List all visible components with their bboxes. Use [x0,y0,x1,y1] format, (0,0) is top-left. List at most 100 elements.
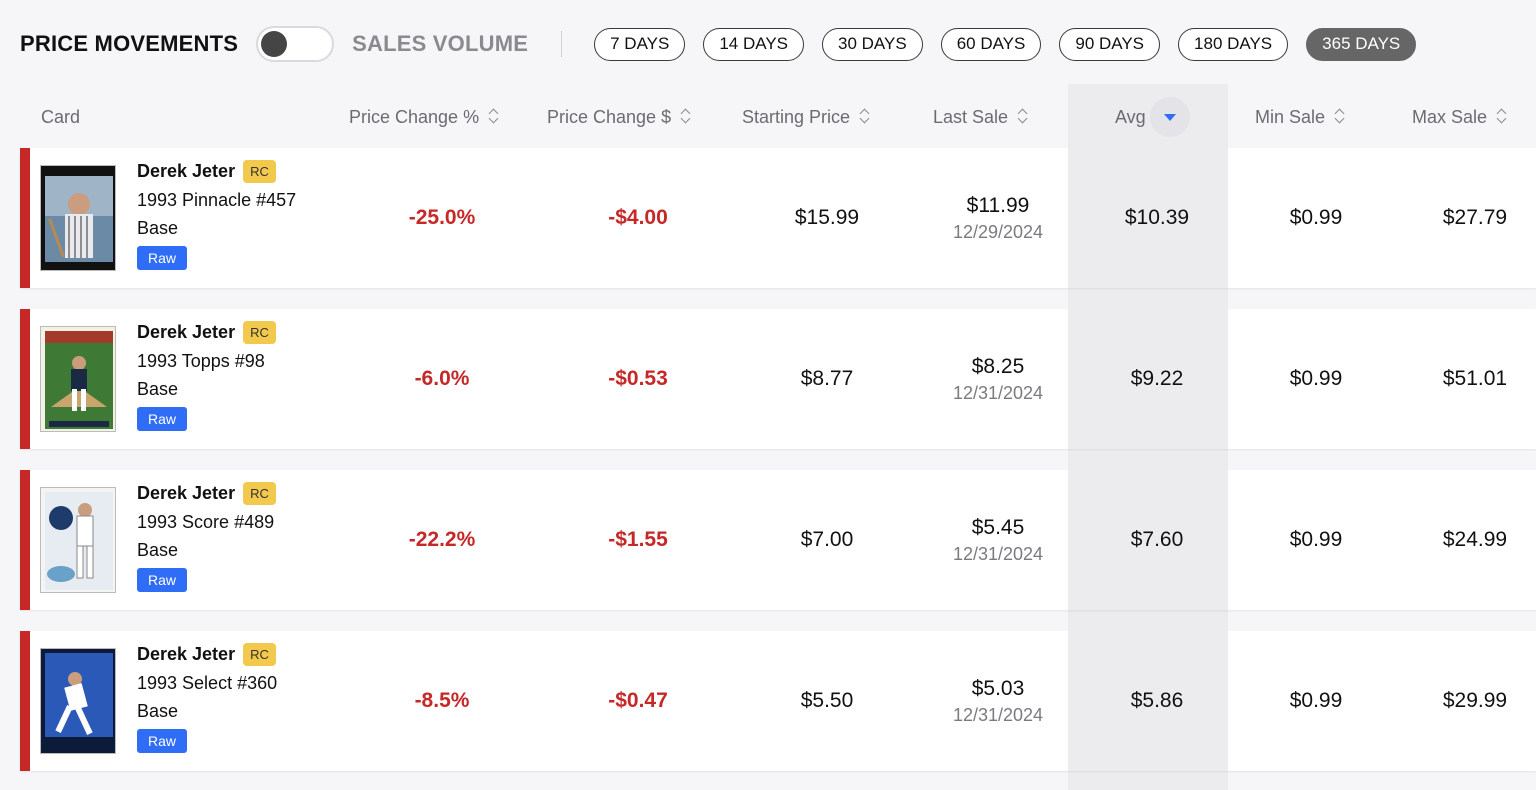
max-sale: $51.01 [1442,367,1508,390]
table-header: Card Price Change % Price Change $ Start… [0,88,1536,146]
card-thumbnail[interactable] [40,487,116,593]
starting-price: $5.50 [800,689,854,712]
card-thumbnail[interactable] [40,326,116,432]
period-90-days[interactable]: 90 DAYS [1059,27,1161,61]
avg-price: $7.60 [1130,528,1184,551]
grade-badge: Raw [137,568,188,592]
sort-icon [681,109,693,125]
card-info: Derek Jeter RC 1993 Select #360 Base Raw [137,639,277,753]
table-row[interactable]: Derek Jeter RC 1993 Pinnacle #457 Base Ra… [20,148,1536,288]
price-change-usd: -$1.55 [608,528,668,551]
period-14-days[interactable]: 14 DAYS [703,27,805,61]
sort-icon [860,109,872,125]
sort-icon [1335,109,1347,125]
grade-badge: Raw [137,407,188,431]
column-header-max-sale[interactable]: Max Sale [1412,88,1509,146]
last-sale-cell: $11.99 12/29/2024 [918,148,1078,288]
card-set: 1993 Select #360 [137,673,278,693]
column-header-last-sale[interactable]: Last Sale [933,88,1030,146]
last-sale-date: 12/31/2024 [952,382,1044,403]
toolbar: PRICE MOVEMENTS SALES VOLUME 7 DAYS 14 D… [0,0,1536,88]
rookie-badge: RC [243,642,276,666]
card-variant: Base [137,540,179,560]
sort-descending-icon[interactable] [1149,97,1190,137]
column-header-min-sale[interactable]: Min Sale [1255,88,1347,146]
grade-badge: Raw [137,246,188,270]
last-sale-date: 12/29/2024 [952,221,1044,242]
price-change-pct: -25.0% [408,206,476,229]
player-name[interactable]: Derek Jeter [137,483,235,504]
rookie-badge: RC [243,159,276,183]
card-variant: Base [137,379,179,399]
last-sale-price: $5.03 [971,676,1025,700]
avg-price: $5.86 [1130,689,1184,712]
page-title: PRICE MOVEMENTS [20,31,239,56]
price-change-pct: -22.2% [408,528,476,551]
period-365-days[interactable]: 365 DAYS [1306,27,1417,61]
last-sale-price: $11.99 [966,193,1030,217]
min-sale: $0.99 [1289,689,1343,712]
table-row[interactable]: Derek Jeter RC 1993 Select #360 Base Raw … [20,631,1536,771]
toggle-knob [261,31,288,57]
max-sale: $27.79 [1442,206,1508,229]
starting-price: $15.99 [794,206,860,229]
period-7-days[interactable]: 7 DAYS [594,27,686,61]
card-variant: Base [137,218,179,238]
card-thumbnail[interactable] [40,648,116,754]
sort-icon [489,109,501,125]
column-header-card: Card [41,88,80,146]
starting-price: $7.00 [800,528,854,551]
column-header-starting-price[interactable]: Starting Price [742,88,872,146]
card-info: Derek Jeter RC 1993 Topps #98 Base Raw [137,317,276,431]
player-name[interactable]: Derek Jeter [137,644,235,665]
player-name[interactable]: Derek Jeter [137,322,235,343]
card-set: 1993 Score #489 [137,512,275,532]
table-row[interactable]: Derek Jeter RC 1993 Score #489 Base Raw -… [20,470,1536,610]
column-header-avg[interactable]: Avg [1115,88,1190,146]
card-thumbnail[interactable] [40,165,116,271]
table-row[interactable]: Derek Jeter RC 1993 Topps #98 Base Raw -6… [20,309,1536,449]
last-sale-price: $8.25 [971,354,1025,378]
last-sale-cell: $5.45 12/31/2024 [918,470,1078,610]
column-header-price-change-usd[interactable]: Price Change $ [547,88,693,146]
period-60-days[interactable]: 60 DAYS [940,27,1042,61]
max-sale: $29.99 [1442,689,1508,712]
column-label: Starting Price [742,106,851,127]
card-info: Derek Jeter RC 1993 Pinnacle #457 Base Ra… [137,156,296,270]
price-change-usd: -$0.47 [608,689,668,712]
card-info: Derek Jeter RC 1993 Score #489 Base Raw [137,478,276,592]
sort-icon [1497,109,1509,125]
last-sale-date: 12/31/2024 [952,543,1044,564]
avg-price: $9.22 [1130,367,1184,390]
column-label: Last Sale [933,106,1009,127]
last-sale-price: $5.45 [971,515,1025,539]
min-sale: $0.99 [1289,367,1343,390]
max-sale: $24.99 [1442,528,1508,551]
column-label: Avg [1115,106,1146,127]
column-header-price-change-pct[interactable]: Price Change % [349,88,501,146]
view-toggle[interactable] [256,26,335,62]
sort-icon [1018,109,1030,125]
column-label: Max Sale [1412,106,1488,127]
column-label: Price Change $ [547,106,672,127]
column-label: Price Change % [349,106,480,127]
rookie-badge: RC [243,320,276,344]
card-variant: Base [137,701,179,721]
last-sale-date: 12/31/2024 [952,704,1044,725]
player-name[interactable]: Derek Jeter [137,161,235,182]
rookie-badge: RC [243,481,276,505]
sales-volume-label[interactable]: SALES VOLUME [352,31,528,57]
last-sale-cell: $5.03 12/31/2024 [918,631,1078,771]
period-180-days[interactable]: 180 DAYS [1178,27,1289,61]
price-change-usd: -$0.53 [608,367,668,390]
column-label: Min Sale [1255,106,1326,127]
avg-price: $10.39 [1124,206,1190,229]
price-change-usd: -$4.00 [608,206,668,229]
min-sale: $0.99 [1289,206,1343,229]
divider [561,31,563,57]
column-label: Card [41,106,81,127]
card-set: 1993 Pinnacle #457 [137,190,297,210]
min-sale: $0.99 [1289,528,1343,551]
price-change-pct: -6.0% [414,367,470,390]
period-30-days[interactable]: 30 DAYS [822,27,923,61]
